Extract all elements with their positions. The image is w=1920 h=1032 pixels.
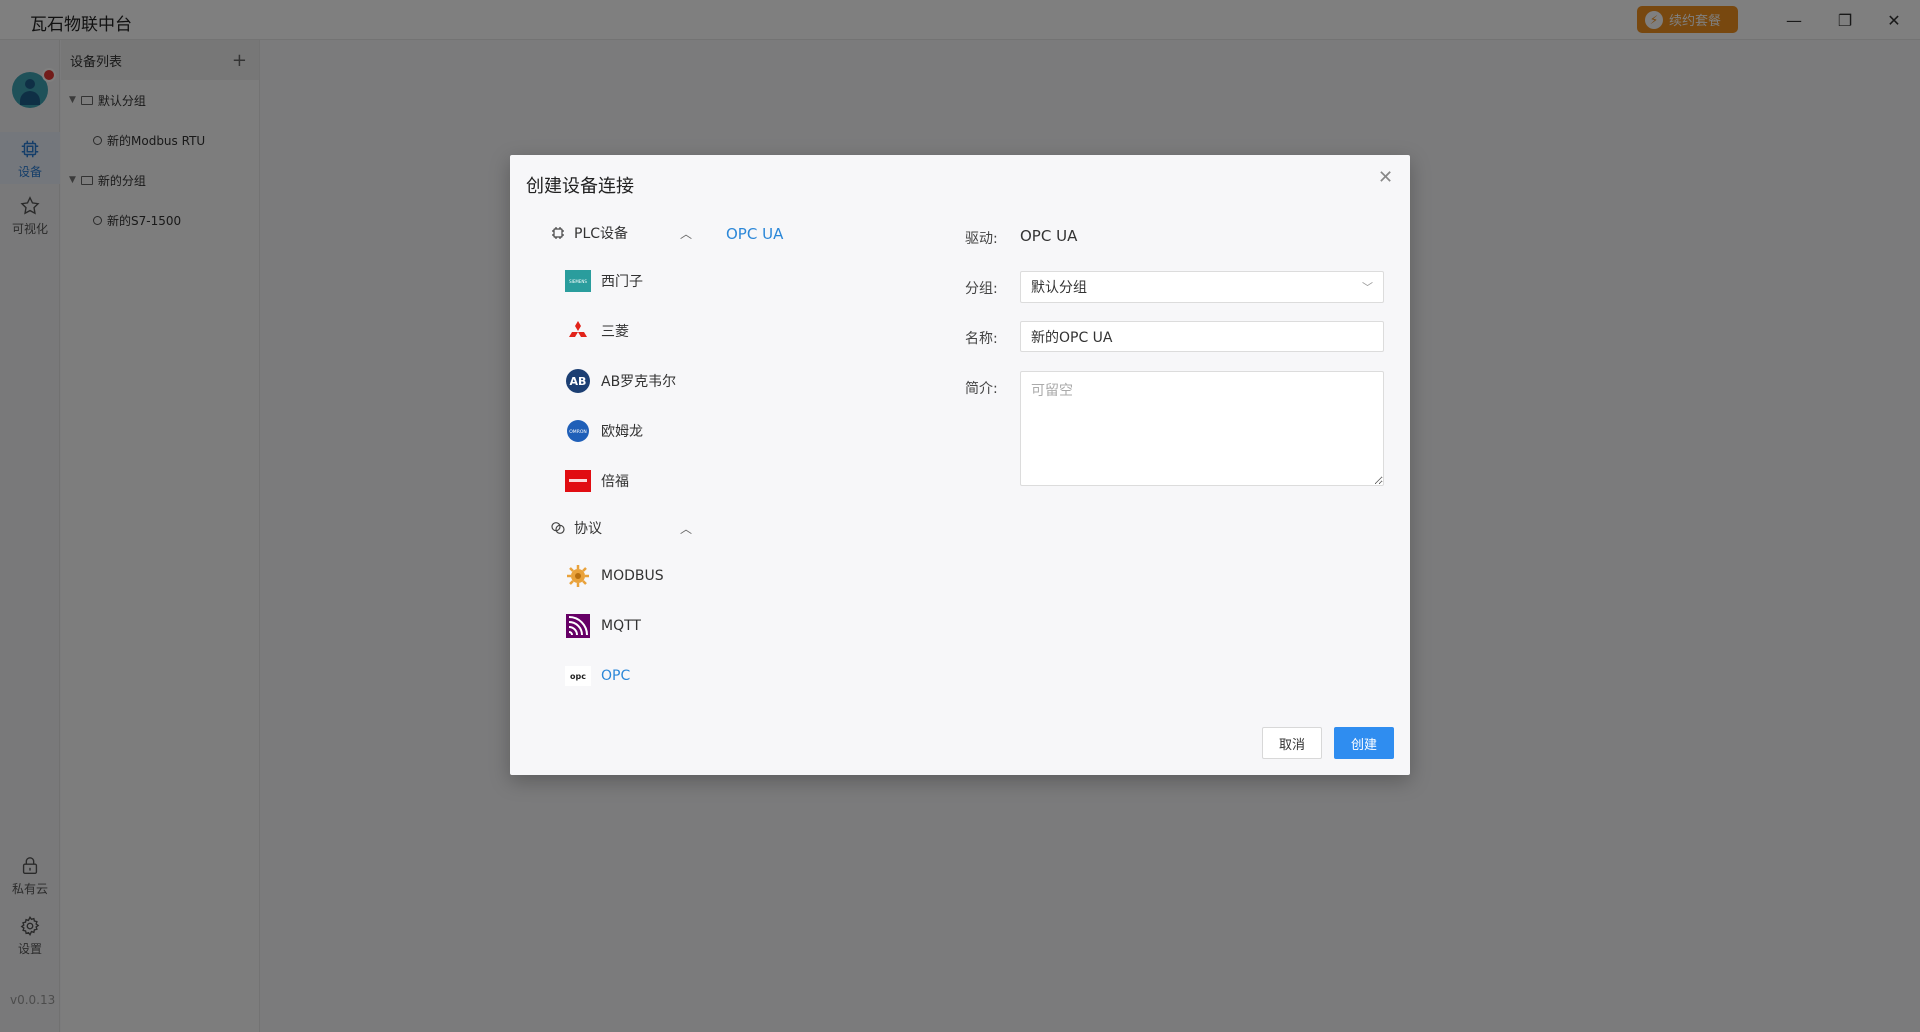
brand-mitsubishi[interactable]: 三菱 (565, 316, 629, 346)
brand-label: 三菱 (601, 324, 629, 340)
svg-text:SIEMENS: SIEMENS (569, 279, 587, 284)
brand-allen-bradley[interactable]: AB AB罗克韦尔 (565, 366, 676, 396)
omron-logo-icon: OMRON (565, 418, 591, 444)
brand-beckhoff[interactable]: 倍福 (565, 466, 629, 496)
modbus-logo-icon (565, 563, 591, 589)
driver-label: 驱动: (965, 231, 998, 247)
group-select-value: 默认分组 (1031, 280, 1087, 296)
brand-label: OPC (601, 668, 631, 684)
create-button[interactable]: 创建 (1334, 727, 1394, 759)
brand-label: MODBUS (601, 568, 664, 584)
chip-icon (552, 227, 564, 239)
driver-value: OPC UA (1020, 227, 1078, 245)
opc-logo-icon: opc (565, 663, 591, 689)
chevron-down-icon: ﹀ (1362, 281, 1373, 294)
category-plc-label: PLC设备 (574, 226, 629, 242)
description-label: 简介: (965, 381, 998, 397)
beckhoff-logo-icon (565, 468, 591, 494)
dialog-close-button[interactable]: ✕ (1378, 167, 1393, 188)
brand-label: MQTT (601, 618, 641, 634)
brand-siemens[interactable]: SIEMENS 西门子 (565, 266, 643, 296)
category-protocol[interactable]: 协议 ︿ (550, 513, 692, 543)
create-device-dialog: 创建设备连接 ✕ PLC设备 ︿ SIEMENS 西门子 三菱 AB AB罗克韦… (510, 155, 1410, 775)
brand-omron[interactable]: OMRON 欧姆龙 (565, 416, 643, 446)
brand-label: 西门子 (601, 274, 643, 290)
group-select[interactable]: 默认分组 ﹀ (1020, 271, 1384, 303)
brand-label: 欧姆龙 (601, 424, 643, 440)
svg-text:AB: AB (570, 375, 587, 388)
brand-modbus[interactable]: MODBUS (565, 561, 664, 591)
name-input[interactable] (1020, 321, 1384, 352)
cancel-button[interactable]: 取消 (1262, 727, 1322, 759)
brand-mqtt[interactable]: MQTT (565, 611, 641, 641)
description-textarea[interactable] (1020, 371, 1384, 486)
link-icon (551, 522, 565, 534)
brand-label: 倍福 (601, 474, 629, 490)
svg-text:opc: opc (570, 672, 586, 681)
siemens-logo-icon: SIEMENS (565, 268, 591, 294)
name-label: 名称: (965, 331, 998, 347)
allen-bradley-logo-icon: AB (565, 368, 591, 394)
chevron-up-icon[interactable]: ︿ (680, 520, 692, 537)
svg-text:OMRON: OMRON (569, 429, 586, 435)
close-icon: ✕ (1378, 167, 1394, 188)
model-option-opc-ua[interactable]: OPC UA (726, 225, 783, 243)
category-protocol-label: 协议 (574, 521, 602, 537)
mitsubishi-logo-icon (565, 318, 591, 344)
brand-label: AB罗克韦尔 (601, 374, 677, 390)
mqtt-logo-icon (565, 613, 591, 639)
group-label: 分组: (965, 281, 998, 297)
dialog-title: 创建设备连接 (526, 176, 634, 197)
category-plc[interactable]: PLC设备 ︿ (550, 218, 692, 248)
chevron-up-icon[interactable]: ︿ (680, 225, 692, 242)
brand-opc[interactable]: opc OPC (565, 661, 630, 691)
